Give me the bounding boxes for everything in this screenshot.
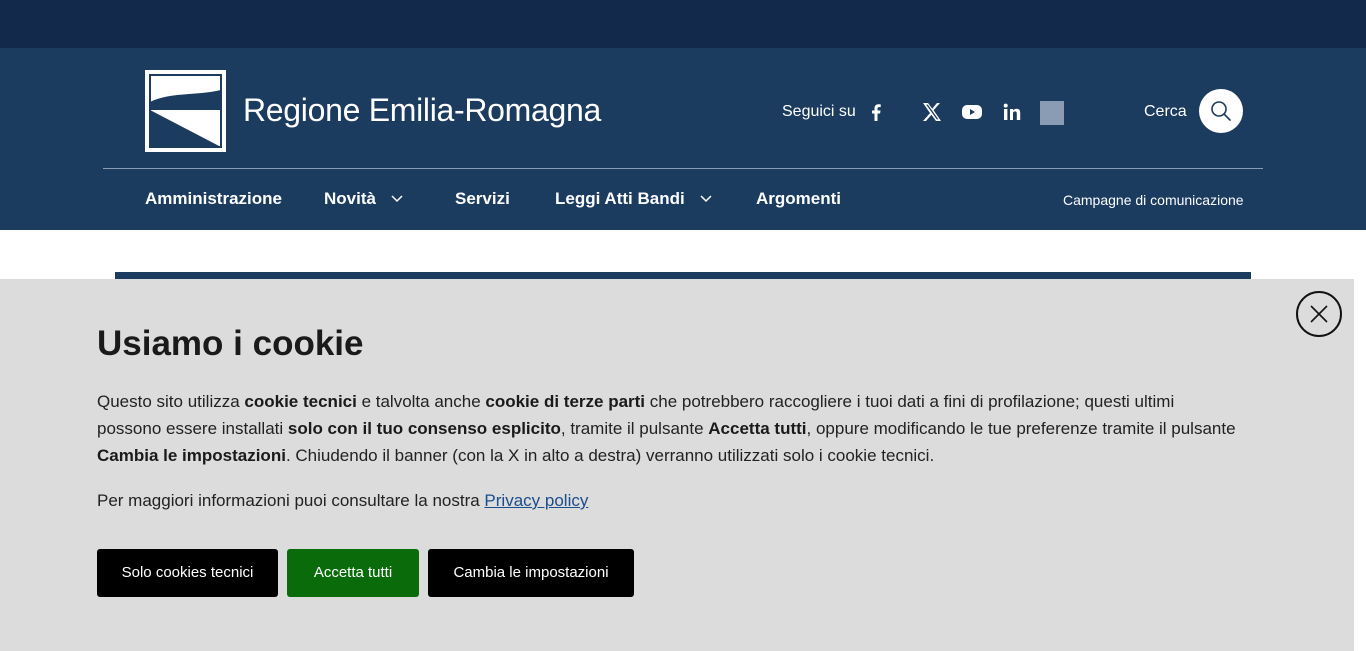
logo-emblem-icon <box>149 74 222 148</box>
search-button[interactable] <box>1199 89 1243 133</box>
site-header: Regione Emilia-Romagna Seguici su Cerca … <box>0 48 1366 230</box>
text-segment: , tramite il pulsante <box>560 419 709 438</box>
cookie-more-info: Per maggiori informazioni puoi consultar… <box>97 487 588 514</box>
change-settings-button[interactable]: Cambia le impostazioni <box>428 549 634 597</box>
nav-label: Amministrazione <box>145 189 282 208</box>
accept-all-button[interactable]: Accetta tutti <box>287 549 419 597</box>
text-segment: . Chiudendo il banner (con la X in alto … <box>285 446 935 465</box>
region-logo[interactable] <box>145 70 226 152</box>
nav-label: Servizi <box>455 189 510 208</box>
follow-label: Seguici su <box>782 103 856 120</box>
youtube-icon[interactable] <box>960 100 984 124</box>
search-label: Cerca <box>1144 103 1187 120</box>
cookie-title: Usiamo i cookie <box>97 324 364 363</box>
text-bold: Cambia le impostazioni <box>97 446 286 465</box>
cookie-description: Questo sito utilizza cookie tecnici e ta… <box>97 388 1237 469</box>
text-segment: , oppure modificando le tue preferenze t… <box>806 419 1236 438</box>
nav-label: Novità <box>324 189 376 208</box>
text-bold: solo con il tuo consenso esplicito <box>287 419 561 438</box>
chevron-down-icon <box>700 195 712 203</box>
header-divider <box>103 168 1263 169</box>
cookie-banner: Usiamo i cookie Questo sito utilizza coo… <box>0 279 1354 651</box>
placeholder-icon[interactable] <box>1040 101 1064 125</box>
technical-cookies-button[interactable]: Solo cookies tecnici <box>97 549 278 597</box>
nav-item-argomenti[interactable]: Argomenti <box>756 188 841 210</box>
nav-item-amministrazione[interactable]: Amministrazione <box>145 188 282 210</box>
close-banner-button[interactable] <box>1296 291 1342 337</box>
facebook-icon[interactable] <box>864 100 888 124</box>
top-bar <box>0 0 1366 48</box>
nav-label: Leggi Atti Bandi <box>555 189 685 208</box>
text-bold: Accetta tutti <box>708 419 807 438</box>
linkedin-icon[interactable] <box>1000 100 1024 124</box>
site-title[interactable]: Regione Emilia-Romagna <box>243 90 601 130</box>
text-segment: Questo sito utilizza <box>97 392 245 411</box>
search-icon <box>1211 101 1231 121</box>
nav-label: Argomenti <box>756 189 841 208</box>
text-bold: cookie di terze parti <box>485 392 646 411</box>
close-icon <box>1310 305 1328 323</box>
nav-item-servizi[interactable]: Servizi <box>455 188 510 210</box>
text-bold: cookie tecnici <box>244 392 357 411</box>
text-segment: Per maggiori informazioni puoi consultar… <box>97 491 485 510</box>
nav-item-campagne[interactable]: Campagne di comunicazione <box>1063 191 1244 209</box>
nav-item-leggi-atti-bandi[interactable]: Leggi Atti Bandi <box>555 188 713 210</box>
x-twitter-icon[interactable] <box>920 100 944 124</box>
nav-item-novita[interactable]: Novità <box>324 188 404 210</box>
text-segment: e talvolta anche <box>356 392 486 411</box>
chevron-down-icon <box>391 195 403 203</box>
privacy-policy-link[interactable]: Privacy policy <box>484 491 588 510</box>
